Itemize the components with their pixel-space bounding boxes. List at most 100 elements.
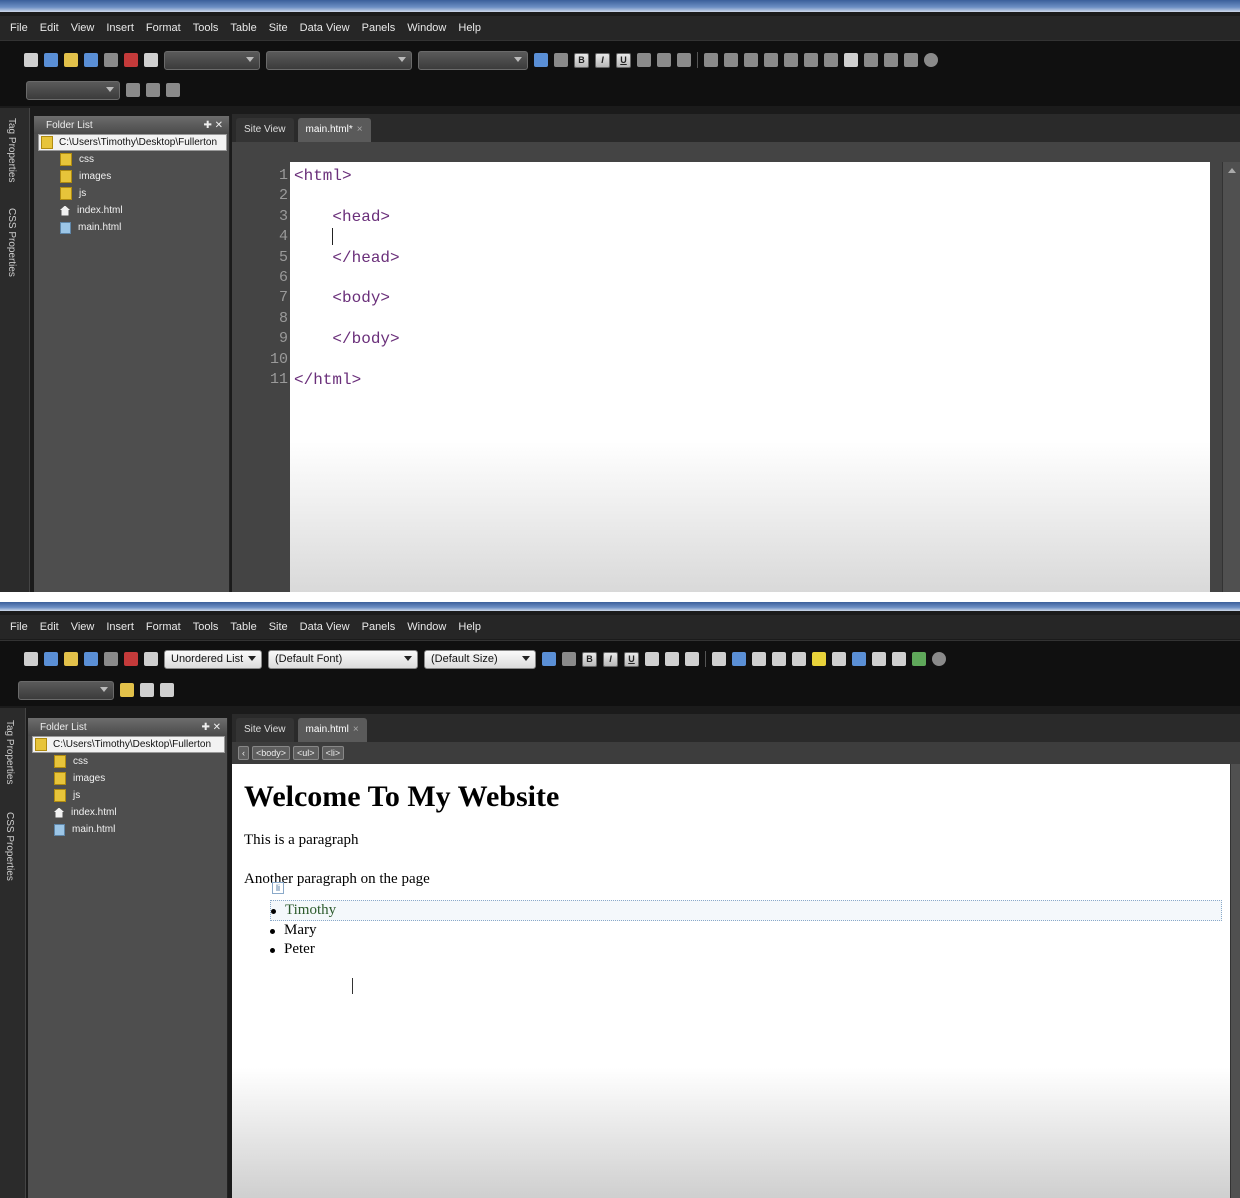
redo-icon[interactable] (554, 53, 568, 67)
image-icon[interactable] (884, 53, 898, 67)
code-line[interactable] (294, 309, 400, 329)
font-color-icon[interactable] (832, 652, 846, 666)
highlight-icon[interactable] (804, 53, 818, 67)
list-item-timothy[interactable]: Timothy (270, 900, 1222, 921)
folder-icon[interactable] (126, 83, 140, 97)
style-dropdown[interactable]: Unordered List (164, 649, 262, 669)
breadcrumb-body[interactable]: <body> (252, 746, 291, 760)
tab-css-properties[interactable]: CSS Properties (6, 208, 17, 277)
tab-css-properties[interactable]: CSS Properties (4, 812, 15, 881)
comment-icon[interactable] (166, 83, 180, 97)
list-item[interactable]: css (34, 151, 229, 168)
design-view[interactable]: Welcome To My Website This is a paragrap… (232, 764, 1232, 1198)
menu-window[interactable]: Window (407, 621, 446, 633)
font-dropdown[interactable] (266, 50, 412, 70)
menu-site[interactable]: Site (269, 22, 288, 34)
align-center-icon[interactable] (665, 652, 679, 666)
align-left-icon[interactable] (637, 53, 651, 67)
tag-icon[interactable] (864, 53, 878, 67)
tab-site-view[interactable]: Site View (236, 718, 294, 742)
underline-button[interactable]: U (624, 651, 639, 667)
font-color-icon[interactable] (824, 53, 838, 67)
preview-icon[interactable] (144, 652, 158, 666)
scroll-up-icon[interactable] (1228, 168, 1236, 173)
layer-icon[interactable] (852, 652, 866, 666)
vertical-scrollbar[interactable] (1222, 162, 1240, 592)
properties-icon[interactable] (146, 83, 160, 97)
comment-icon[interactable] (160, 683, 174, 697)
new-page-icon[interactable] (44, 652, 58, 666)
menu-table[interactable]: Table (230, 22, 256, 34)
list-item[interactable]: js (28, 787, 227, 804)
align-right-icon[interactable] (685, 652, 699, 666)
menu-format[interactable]: Format (146, 621, 181, 633)
code-line[interactable]: </head> (294, 248, 399, 268)
increase-indent-icon[interactable] (764, 53, 778, 67)
menu-panels[interactable]: Panels (362, 621, 396, 633)
code-line[interactable]: <html> (294, 166, 400, 186)
tab-main-html[interactable]: main.html × (297, 718, 367, 742)
menu-tools[interactable]: Tools (193, 621, 219, 633)
sharepoint-icon[interactable] (124, 652, 138, 666)
new-page-icon[interactable] (44, 53, 58, 67)
list-item[interactable]: index.html (34, 202, 229, 219)
breadcrumb-back-icon[interactable]: ‹ (238, 746, 249, 760)
undo-icon[interactable] (534, 53, 548, 67)
style-dropdown[interactable] (164, 50, 260, 70)
code-editor[interactable]: 1 2 3 4 5 6 7 8 9 10 11 <html> <head> </head> <bod… (270, 162, 1210, 592)
list-item[interactable]: css (28, 753, 227, 770)
list-item-peter[interactable]: Peter (270, 940, 1220, 959)
menu-edit[interactable]: Edit (40, 22, 59, 34)
globe-icon[interactable] (912, 652, 926, 666)
bold-button[interactable]: B (574, 52, 589, 68)
record-icon[interactable] (924, 53, 938, 67)
folder-path[interactable]: C:\Users\Timothy\Desktop\Fullerton (32, 736, 225, 753)
menu-help[interactable]: Help (458, 621, 481, 633)
folder-icon[interactable] (120, 683, 134, 697)
menu-table[interactable]: Table (230, 621, 256, 633)
list-item-mary[interactable]: Mary (270, 921, 1220, 940)
redo-icon[interactable] (562, 652, 576, 666)
bulleted-list-icon[interactable] (732, 652, 746, 666)
view-dropdown[interactable] (26, 80, 120, 100)
window-titlebar[interactable] (0, 0, 1240, 12)
breadcrumb-ul[interactable]: <ul> (293, 746, 319, 760)
align-left-icon[interactable] (645, 652, 659, 666)
highlight-icon[interactable] (812, 652, 826, 666)
code-line[interactable] (294, 350, 400, 370)
li-tag-marker[interactable]: li (272, 882, 284, 894)
table-icon[interactable] (792, 652, 806, 666)
properties-icon[interactable] (140, 683, 154, 697)
image-icon[interactable] (892, 652, 906, 666)
publish-icon[interactable] (104, 53, 118, 67)
table-icon[interactable] (784, 53, 798, 67)
tag-icon[interactable] (872, 652, 886, 666)
code-line[interactable] (294, 268, 400, 288)
save-icon[interactable] (84, 652, 98, 666)
menu-view[interactable]: View (71, 22, 95, 34)
menu-panels[interactable]: Panels (362, 22, 396, 34)
menu-insert[interactable]: Insert (106, 621, 134, 633)
paragraph-2[interactable]: Another paragraph on the page (244, 871, 1220, 888)
bold-button[interactable]: B (582, 651, 597, 667)
new-file-icon[interactable] (24, 652, 38, 666)
breadcrumb-li[interactable]: <li> (321, 746, 345, 760)
increase-indent-icon[interactable] (772, 652, 786, 666)
sharepoint-icon[interactable] (124, 53, 138, 67)
menu-window[interactable]: Window (407, 22, 446, 34)
tab-main-html[interactable]: main.html* × (297, 118, 371, 142)
code-line[interactable]: <body> (294, 288, 400, 308)
tab-tag-properties[interactable]: Tag Properties (6, 118, 17, 182)
menu-file[interactable]: File (10, 22, 28, 34)
italic-button[interactable]: I (595, 52, 610, 68)
open-folder-icon[interactable] (64, 652, 78, 666)
menu-data-view[interactable]: Data View (300, 22, 350, 34)
align-center-icon[interactable] (657, 53, 671, 67)
publish-icon[interactable] (104, 652, 118, 666)
code-line[interactable]: <head> (294, 207, 400, 227)
underline-button[interactable]: U (616, 52, 631, 68)
decrease-indent-icon[interactable] (744, 53, 758, 67)
window-titlebar[interactable] (0, 602, 1240, 611)
align-right-icon[interactable] (677, 53, 691, 67)
menu-view[interactable]: View (71, 621, 95, 633)
